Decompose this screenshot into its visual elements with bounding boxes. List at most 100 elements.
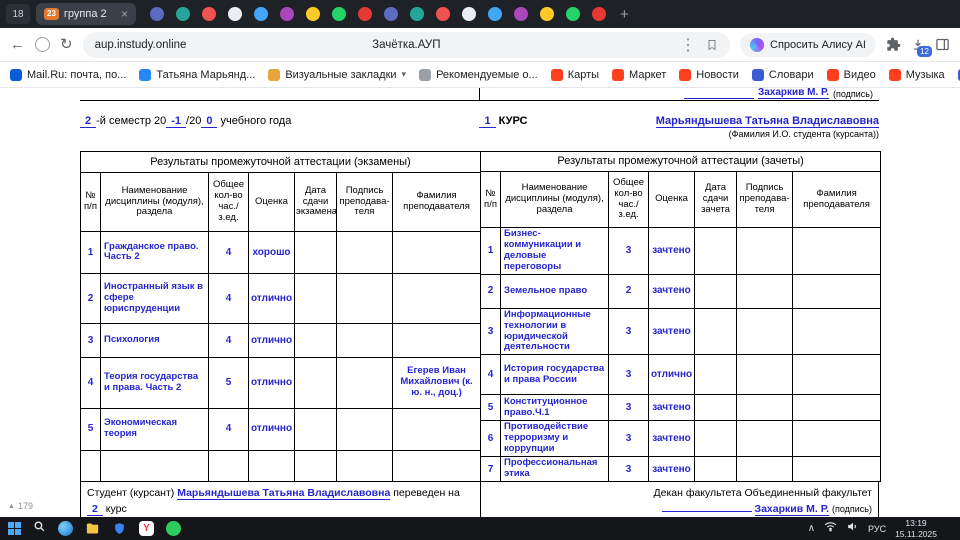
- signature-caption: (подпись): [833, 89, 873, 99]
- tab-favicon[interactable]: [228, 7, 242, 21]
- tab-favicon[interactable]: [202, 7, 216, 21]
- teacher-signature: [337, 358, 393, 408]
- tab-count-button[interactable]: 18: [6, 4, 30, 24]
- student-name-link[interactable]: Марьяндышева Татьяна Владиславовна: [177, 487, 390, 500]
- bookmark-item[interactable]: Карты: [551, 69, 599, 81]
- hours: [209, 450, 249, 482]
- security-app-icon[interactable]: [112, 521, 127, 536]
- yandex-browser-app-icon[interactable]: Y: [139, 521, 154, 536]
- tab-favicon[interactable]: [410, 7, 424, 21]
- downloads-button[interactable]: 12: [911, 38, 925, 52]
- exams-title: Результаты промежуточной аттестации (экз…: [81, 152, 481, 173]
- table-row: 7Профессиональная этика3зачтено: [481, 457, 881, 482]
- wifi-icon[interactable]: [824, 520, 837, 538]
- teacher-name: [393, 273, 481, 323]
- refresh-button[interactable]: ↻: [60, 37, 73, 52]
- more-dots-icon[interactable]: ⋮: [680, 35, 696, 55]
- teacher-name: [793, 421, 881, 457]
- date: 15.11.2025: [895, 529, 937, 539]
- tab-favicon[interactable]: [332, 7, 346, 21]
- signature-caption: (подпись): [832, 504, 872, 514]
- bookmark-item[interactable]: Новости: [679, 69, 739, 81]
- alice-label: Спросить Алису AI: [770, 39, 866, 51]
- address-bar[interactable]: Зачётка.АУП aup.instudy.online ⋮: [83, 32, 730, 58]
- explorer-app-icon[interactable]: [85, 521, 100, 536]
- credit-date: [695, 355, 737, 395]
- row-num: 5: [481, 395, 501, 421]
- volume-icon[interactable]: [846, 520, 859, 538]
- tab-favicon[interactable]: [358, 7, 372, 21]
- site-info-icon[interactable]: [35, 37, 50, 52]
- exams-table: Результаты промежуточной аттестации (экз…: [80, 151, 481, 482]
- start-button[interactable]: [8, 522, 21, 535]
- dean-signature-link[interactable]: Захаркив М. Р.: [758, 88, 829, 99]
- col-header: Фамилия преподавателя: [793, 172, 881, 228]
- new-tab-button[interactable]: +: [620, 6, 629, 23]
- semester-text: /20: [186, 115, 201, 127]
- table-row: 2Иностранный язык в сфере юриспруденции4…: [81, 273, 481, 323]
- tab-close-icon[interactable]: ×: [121, 7, 128, 21]
- table-row: 1Гражданское право. Часть 24хорошо: [81, 231, 481, 273]
- tray-chevron-icon[interactable]: ∧: [808, 523, 815, 534]
- bookmark-item[interactable]: Музыка: [889, 69, 945, 81]
- tab-favicon[interactable]: [462, 7, 476, 21]
- bookmark-item[interactable]: Словари: [752, 69, 814, 81]
- tab-favicon[interactable]: [540, 7, 554, 21]
- bookmark-item[interactable]: Маркет: [612, 69, 666, 81]
- tab-favicon[interactable]: [280, 7, 294, 21]
- dean-signature-link[interactable]: Захаркив М. Р.: [755, 503, 830, 516]
- tab-favicon[interactable]: [176, 7, 190, 21]
- alice-button[interactable]: Спросить Алису AI: [740, 33, 876, 57]
- bookmark-label: Музыка: [906, 69, 945, 81]
- student-name-link[interactable]: Марьяндышева Татьяна Владиславовна: [656, 115, 879, 128]
- course-line: 1 КУРС: [448, 115, 560, 127]
- footer-text: курс: [106, 503, 127, 515]
- tab-favicon[interactable]: [566, 7, 580, 21]
- teacher-signature: [737, 421, 793, 457]
- teacher-signature: [737, 395, 793, 421]
- row-num: 3: [81, 324, 101, 358]
- credits-title: Результаты промежуточной аттестации (зач…: [481, 152, 881, 172]
- bookmark-favicon: [827, 69, 839, 81]
- grade: отлично: [249, 408, 295, 450]
- sidebar-panel-icon[interactable]: [935, 37, 950, 52]
- taskbar-search-icon[interactable]: [33, 520, 46, 538]
- page-content: Захаркив М. Р. (подпись) 2-й семестр 20-…: [0, 88, 960, 517]
- discipline-name: Теория государства и права. Часть 2: [101, 358, 209, 408]
- bookmark-item[interactable]: Видео: [827, 69, 876, 81]
- col-header: Дата сдачи экзамена: [295, 173, 337, 232]
- extensions-puzzle-icon[interactable]: [886, 37, 901, 52]
- bookmark-label: Новости: [696, 69, 739, 81]
- bookmark-item[interactable]: Рекомендуемые о...: [419, 69, 538, 81]
- language-indicator[interactable]: РУС: [868, 524, 886, 534]
- exam-date: [295, 450, 337, 482]
- exam-date: [295, 358, 337, 408]
- bookmark-item[interactable]: Визуальные закладки▾: [268, 69, 406, 81]
- windows-taskbar: Y ∧ РУС 13:19 15.11.2025: [0, 517, 960, 540]
- discipline-name: Экономическая теория: [101, 408, 209, 450]
- bookmark-item[interactable]: Татьяна Марьянд...: [139, 69, 255, 81]
- row-num: 3: [481, 308, 501, 355]
- clock[interactable]: 13:19 15.11.2025: [895, 518, 937, 539]
- tab-favicon[interactable]: [488, 7, 502, 21]
- hidden-widget-toggle[interactable]: ▲ 179: [8, 501, 33, 511]
- credit-date: [695, 421, 737, 457]
- tab-favicon[interactable]: [592, 7, 606, 21]
- browser-app-icon[interactable]: [58, 521, 73, 536]
- tab-favicon[interactable]: [150, 7, 164, 21]
- messenger-app-icon[interactable]: [166, 521, 181, 536]
- active-tab[interactable]: 23 группа 2 ×: [36, 3, 136, 25]
- tab-favicon[interactable]: [254, 7, 268, 21]
- tab-favicon[interactable]: [436, 7, 450, 21]
- tab-favicon[interactable]: [514, 7, 528, 21]
- back-button[interactable]: ←: [10, 37, 25, 52]
- bookmarks-bar: Mail.Ru: почта, по... Татьяна Марьянд...…: [0, 62, 960, 88]
- bookmark-item[interactable]: Mail.Ru: почта, по...: [10, 69, 126, 81]
- teacher-signature: [737, 457, 793, 482]
- bookmark-flag-icon[interactable]: [706, 39, 718, 51]
- tab-favicon[interactable]: [384, 7, 398, 21]
- col-header: Фамилия преподавателя: [393, 173, 481, 232]
- tab-favicon[interactable]: [306, 7, 320, 21]
- row-num: 5: [81, 408, 101, 450]
- table-row: 1Бизнес-коммуникации и деловые переговор…: [481, 228, 881, 275]
